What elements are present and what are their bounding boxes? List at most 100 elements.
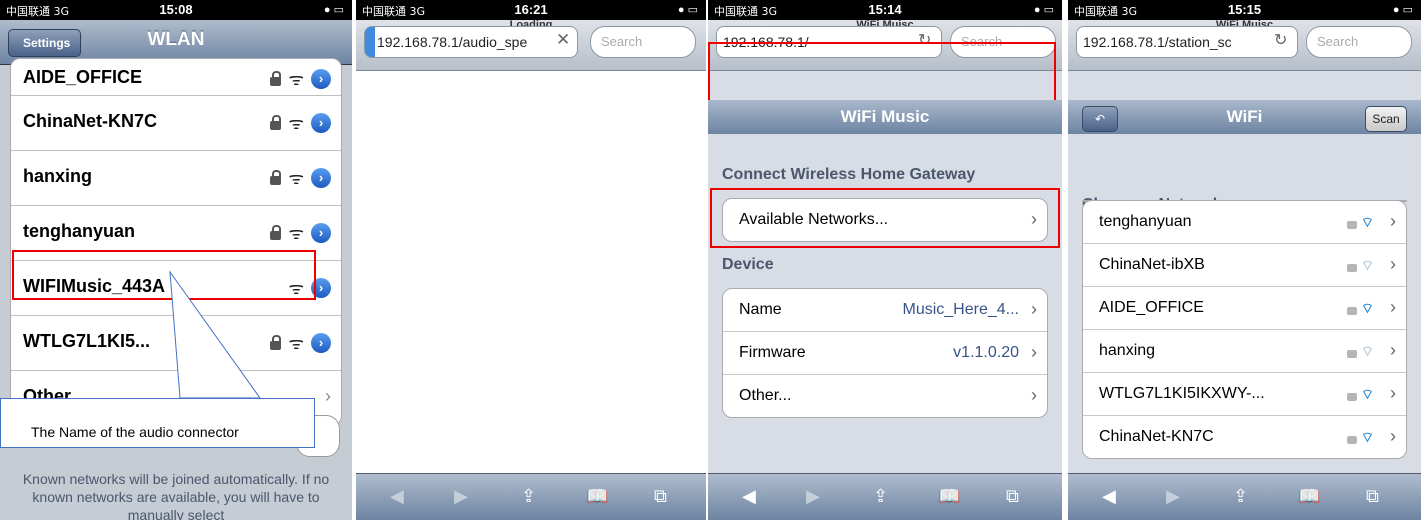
wifi-icon: ⌔ [1360, 429, 1374, 445]
browser-loading-panel: 中国联通 3G 16:21 ● ▭ Loading 192.168.78.1/a… [356, 0, 706, 520]
row-label: Name [739, 301, 782, 318]
chevron-right-icon: › [1390, 254, 1396, 274]
bottom-toolbar: ◀ ▶ ⇪ 📖 ⧉ [708, 473, 1062, 520]
device-row[interactable]: Firmware v1.1.0.20 › [723, 332, 1047, 375]
network-name: tenghanyuan [1099, 213, 1192, 230]
row-value: Music_Here_4... [902, 301, 1020, 318]
share-icon[interactable]: ⇪ [1233, 486, 1248, 507]
bottom-toolbar: ◀ ▶ ⇪ 📖 ⧉ [356, 473, 706, 520]
share-icon[interactable]: ⇪ [873, 486, 888, 507]
chevron-right-icon: › [1390, 383, 1396, 403]
wifi-icon: ⌔ [1360, 257, 1374, 273]
search-field[interactable]: Search [590, 26, 696, 58]
network-name: WTLG7L1KI5IKXWY-... [1099, 385, 1265, 402]
share-icon[interactable]: ⇪ [521, 486, 536, 507]
status-time: 16:21 [514, 2, 548, 17]
lock-icon [1346, 393, 1357, 401]
wifi-icon: ⌔ [1360, 386, 1374, 402]
back-arrow-button[interactable]: ↶ [1082, 106, 1118, 132]
status-bar: 中国联通 3G 15:08 ● ▭ [0, 0, 352, 20]
network-row[interactable]: ChinaNet-KN7C ⌔ › [1083, 416, 1406, 458]
network-name: AIDE_OFFICE [1099, 299, 1204, 316]
callout-pointer [169, 270, 261, 399]
network-row[interactable]: tenghanyuan ⌔ › [1083, 201, 1406, 244]
bottom-toolbar: ◀ ▶ ⇪ 📖 ⧉ [1068, 473, 1421, 520]
wifi-icon: ᯤ [288, 224, 304, 243]
bookmarks-icon[interactable]: 📖 [1298, 486, 1320, 507]
wifi-music-panel: 中国联通 3G 15:14 ● ▭ WiFi Muisc 192.168.78.… [708, 0, 1062, 520]
bookmarks-icon[interactable]: 📖 [938, 486, 960, 507]
status-time: 15:08 [159, 2, 193, 17]
wifi-icon: ⌔ [1360, 300, 1374, 316]
annotation-callout: The Name of the audio connector [0, 398, 315, 448]
detail-disclosure-icon[interactable]: › [311, 112, 331, 133]
wifi-icon: ᯤ [288, 114, 304, 133]
status-bar: 中国联通 3G 15:15 ● ▭ [1068, 0, 1421, 20]
battery-icon: ● ▭ [1392, 4, 1413, 16]
callout-text: The Name of the audio connector [31, 424, 239, 440]
battery-icon: ● ▭ [677, 4, 698, 16]
forward-icon[interactable]: ▶ [1166, 486, 1180, 507]
device-row[interactable]: Name Music_Here_4... › [723, 289, 1047, 332]
wifi-icon: ⌔ [1360, 214, 1374, 230]
lock-icon [1346, 350, 1357, 358]
network-name: hanxing [23, 166, 93, 186]
wlan-settings-panel: 中国联通 3G 15:08 ● ▭ Settings WLAN AIDE_OFF… [0, 0, 352, 520]
page-header: WiFi Music [708, 100, 1062, 134]
scan-button[interactable]: Scan [1365, 106, 1407, 132]
network-name: tenghanyuan [23, 221, 136, 241]
detail-disclosure-icon[interactable]: › [311, 222, 331, 243]
back-icon[interactable]: ◀ [390, 486, 404, 507]
detail-disclosure-icon[interactable]: › [311, 167, 331, 188]
network-row[interactable]: AIDE_OFFICE ᯤ › [11, 59, 341, 96]
forward-icon[interactable]: ▶ [806, 486, 820, 507]
lock-icon [1346, 436, 1357, 444]
status-time: 15:14 [868, 2, 902, 17]
footnote-text: Known networks will be joined automatica… [22, 471, 330, 520]
row-label: Other... [739, 387, 792, 404]
lock-icon [270, 169, 282, 185]
chevron-right-icon: › [1390, 297, 1396, 317]
network-name: ChinaNet-ibXB [1099, 256, 1205, 273]
back-icon[interactable]: ◀ [1102, 486, 1116, 507]
status-bar: 中国联通 3G 15:14 ● ▭ [708, 0, 1062, 20]
network-row[interactable]: ChinaNet-ibXB ⌔ › [1083, 244, 1406, 287]
page-title: WLAN [147, 29, 205, 50]
wifi-icon: ⌔ [1360, 343, 1374, 359]
network-row[interactable]: hanxing ᯤ › [11, 151, 341, 206]
stop-icon[interactable]: ✕ [556, 30, 570, 50]
bookmarks-icon[interactable]: 📖 [586, 486, 608, 507]
row-value: v1.1.0.20 [953, 344, 1019, 361]
back-icon[interactable]: ◀ [742, 486, 756, 507]
lock-icon [1346, 221, 1357, 229]
chevron-right-icon: › [1390, 211, 1396, 231]
status-bar: 中国联通 3G 16:21 ● ▭ [356, 0, 706, 20]
network-name: ChinaNet-KN7C [23, 111, 158, 131]
wifi-scan-panel: 中国联通 3G 15:15 ● ▭ WiFi Muisc 192.168.78.… [1068, 0, 1421, 520]
search-field[interactable]: Search [1306, 26, 1412, 58]
wifi-icon: ᯤ [288, 169, 304, 188]
forward-icon[interactable]: ▶ [454, 486, 468, 507]
network-name: ChinaNet-KN7C [1099, 428, 1214, 445]
tabs-icon[interactable]: ⧉ [1006, 486, 1019, 507]
network-row[interactable]: hanxing ⌔ › [1083, 330, 1406, 373]
network-name: WTLG7L1KI5... [23, 331, 151, 351]
reload-icon[interactable]: ↻ [1274, 30, 1287, 50]
lock-icon [270, 224, 282, 240]
chevron-right-icon: › [1031, 299, 1037, 319]
section-header: Device [722, 256, 774, 273]
network-row[interactable]: ChinaNet-KN7C ᯤ › [11, 96, 341, 151]
status-time: 15:15 [1227, 2, 1262, 17]
row-label: Firmware [739, 344, 806, 361]
url-field[interactable]: 192.168.78.1/station_sc [1076, 26, 1298, 58]
url-field[interactable]: 192.168.78.1/audio_spe [364, 26, 578, 58]
tabs-icon[interactable]: ⧉ [1366, 486, 1379, 507]
network-row[interactable]: AIDE_OFFICE ⌔ › [1083, 287, 1406, 330]
network-row[interactable]: WTLG7L1KI5IKXWY-... ⌔ › [1083, 373, 1406, 416]
device-row[interactable]: Other... › [723, 375, 1047, 417]
tabs-icon[interactable]: ⧉ [654, 486, 667, 507]
detail-disclosure-icon[interactable]: › [311, 68, 331, 89]
lock-icon [270, 114, 282, 130]
header-title: WiFi [1226, 107, 1263, 126]
url-text: 192.168.78.1/audio_spe [377, 34, 528, 50]
